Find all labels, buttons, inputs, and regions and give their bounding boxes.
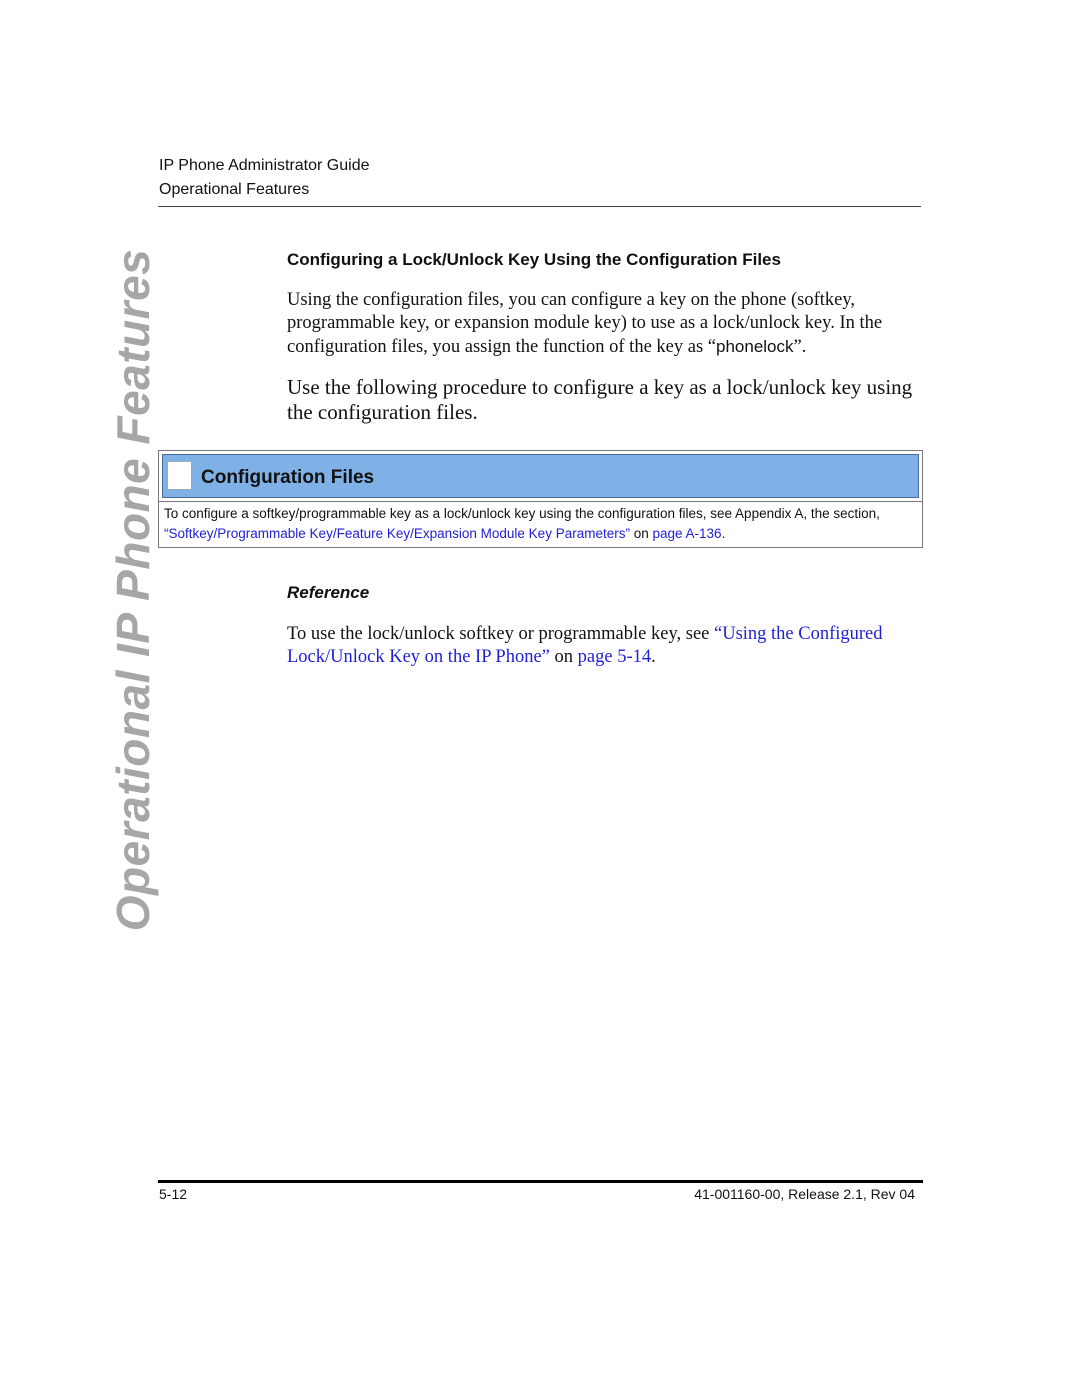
page-header: IP Phone Administrator Guide Operational… [159,154,370,202]
procedure-paragraph: Use the following procedure to configure… [287,375,913,424]
reference-paragraph: To use the lock/unlock softkey or progra… [287,623,927,669]
config-files-body: To configure a softkey/programmable key … [158,502,923,548]
config-text-end: . [721,526,726,541]
config-files-header: Configuration Files [162,454,919,498]
header-divider [158,206,921,207]
reference-text-on: on [549,647,578,667]
guide-title: IP Phone Administrator Guide [159,157,370,174]
chapter-title: Operational Features [159,181,310,198]
section-heading: Configuring a Lock/Unlock Key Using the … [287,250,781,269]
intro-paragraph: Using the configuration files, you can c… [287,289,927,359]
intro-text-end: ”. [793,337,807,357]
link-page-5-14[interactable]: page 5-14 [578,647,651,667]
reference-heading: Reference [287,583,370,602]
reference-text-end: . [651,647,656,667]
page-number: 5-12 [159,1186,188,1202]
side-chapter-title: Operational IP Phone Features [107,248,159,932]
config-text-on: on [629,526,653,541]
config-files-title: Configuration Files [201,467,375,488]
phonelock-code: phonelock [716,337,794,356]
link-key-parameters[interactable]: “Softkey/Programmable Key/Feature Key/Ex… [164,526,630,541]
reference-text: To use the lock/unlock softkey or progra… [287,624,714,644]
link-page-a136[interactable]: page A-136 [653,526,722,541]
config-files-banner: Configuration Files [158,450,923,502]
config-text: To configure a softkey/programmable key … [164,506,880,521]
document-id: 41-001160-00, Release 2.1, Rev 04 [694,1186,915,1202]
footer-divider [158,1180,923,1183]
checkbox-square-icon [167,461,192,490]
